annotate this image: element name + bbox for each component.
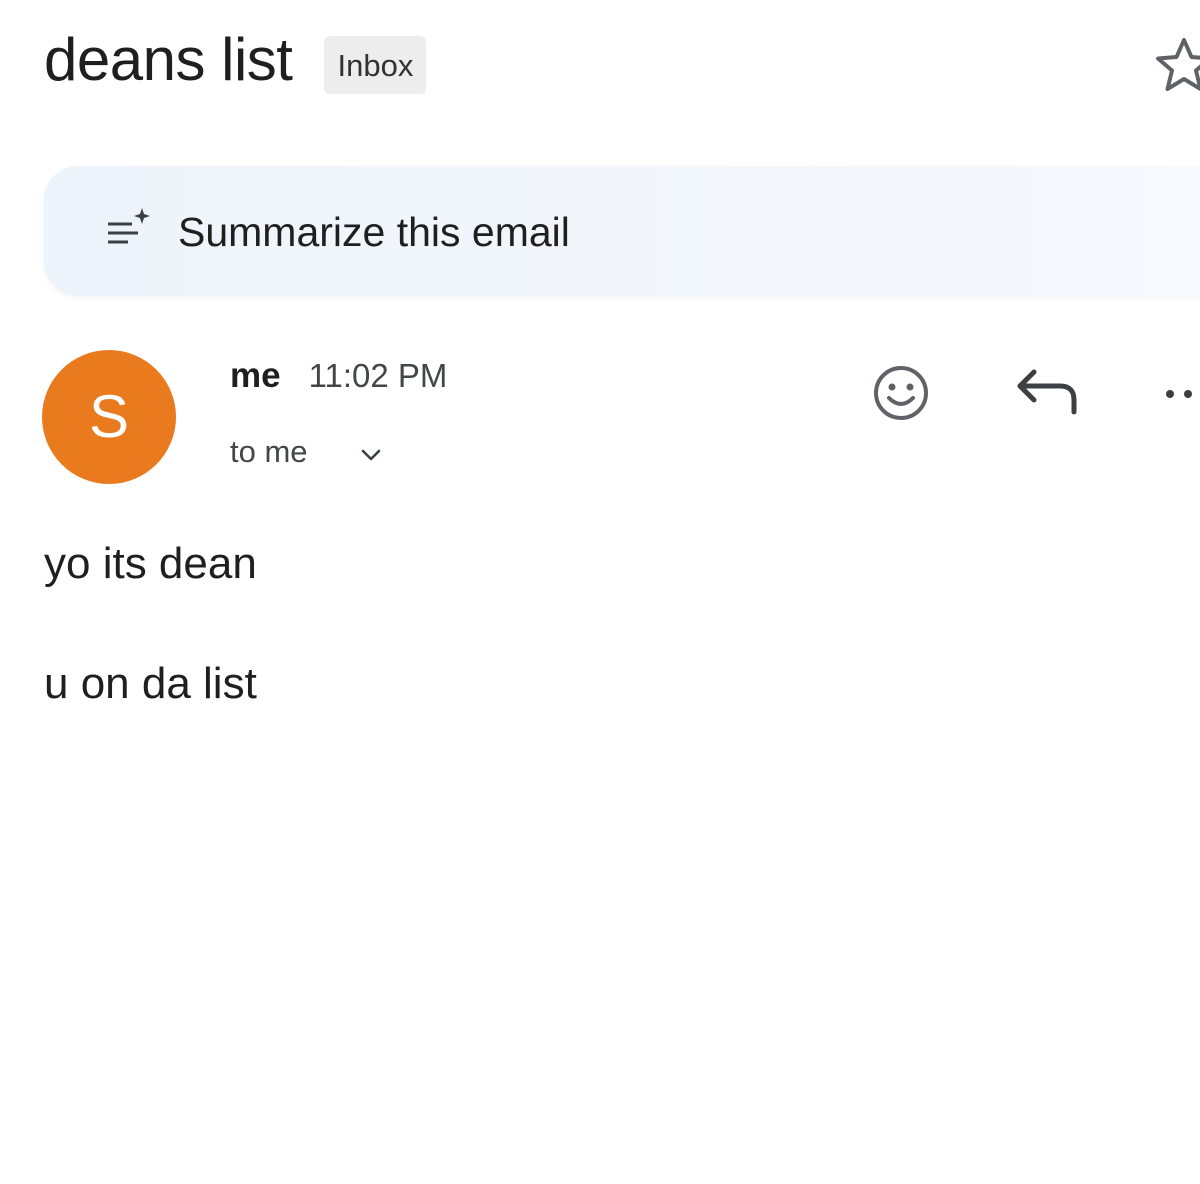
add-reaction-icon[interactable] [866,358,936,428]
sender-avatar[interactable]: S [42,350,176,484]
email-subject: deans list [44,26,293,93]
summarize-label: Summarize this email [178,209,570,255]
summarize-sparkle-icon [108,208,150,244]
chevron-down-icon[interactable] [358,442,384,468]
email-body-line: yo its dean [44,539,257,588]
recipient-text: to me [230,434,308,469]
recipient-details-toggle[interactable]: to me [230,434,384,470]
more-options-icon[interactable] [1160,380,1200,410]
email-body-line: u on da list [44,659,257,708]
sender-row: me 11:02 PM [230,356,447,396]
sent-time: 11:02 PM [308,357,448,394]
avatar-letter: S [88,383,130,450]
subject-header: deans list Inbox [44,22,427,98]
email-view: deans list Inbox Summarize this email S … [0,0,1200,1184]
reply-icon[interactable] [1008,358,1088,428]
star-icon[interactable] [1152,34,1200,98]
inbox-label-chip[interactable]: Inbox [324,36,427,94]
summarize-email-button[interactable]: Summarize this email [44,166,1200,296]
sender-name[interactable]: me [230,356,281,396]
